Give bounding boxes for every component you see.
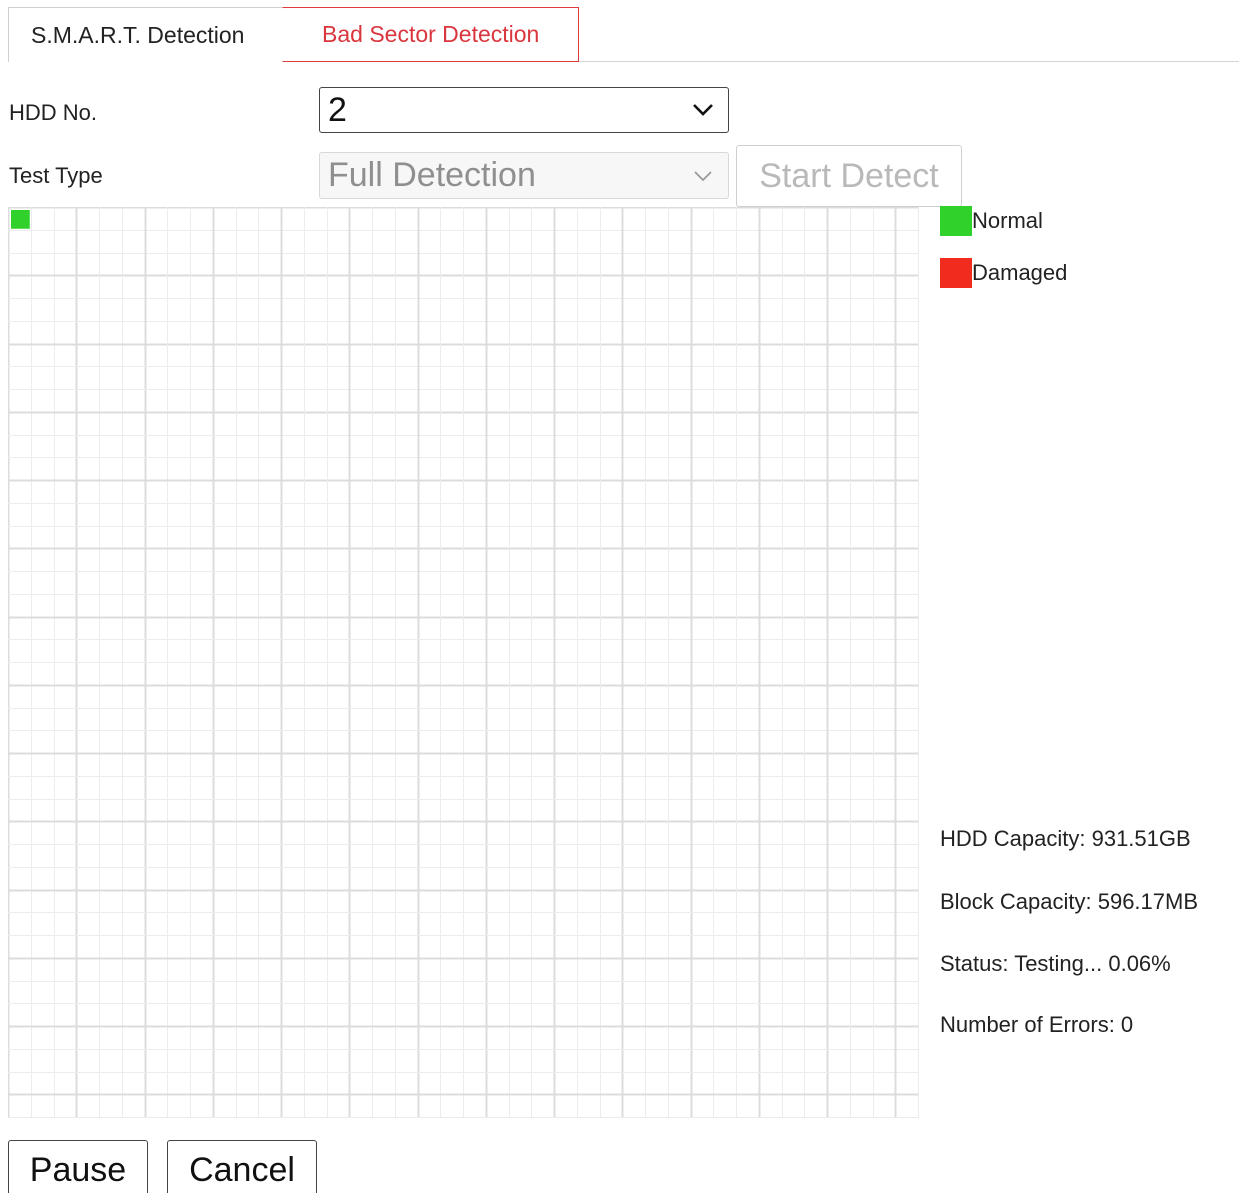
tab-smart-detection-label: S.M.A.R.T. Detection bbox=[31, 21, 245, 48]
pause-button[interactable]: Pause bbox=[8, 1140, 148, 1193]
hdd-no-label: HDD No. bbox=[9, 100, 98, 125]
tested-block bbox=[11, 210, 30, 229]
chevron-down-icon bbox=[693, 104, 713, 116]
sector-block-grid bbox=[8, 207, 919, 1118]
test-type-value: Full Detection bbox=[328, 156, 536, 194]
chevron-down-icon bbox=[694, 170, 712, 181]
tab-bar: S.M.A.R.T. Detection Bad Sector Detectio… bbox=[8, 7, 1239, 62]
legend-damaged: Damaged bbox=[940, 258, 1067, 288]
tab-smart-detection[interactable]: S.M.A.R.T. Detection bbox=[8, 7, 283, 62]
error-count-text: Number of Errors: 0 bbox=[940, 1012, 1134, 1037]
hdd-no-value: 2 bbox=[328, 90, 347, 129]
legend-normal-label: Normal bbox=[972, 208, 1043, 233]
test-type-select: Full Detection bbox=[319, 152, 729, 199]
legend-normal-swatch bbox=[940, 206, 972, 236]
hdd-capacity-text: HDD Capacity: 931.51GB bbox=[940, 826, 1191, 851]
status-text: Status: Testing... 0.06% bbox=[940, 951, 1171, 976]
tab-bad-sector-detection-label: Bad Sector Detection bbox=[322, 21, 540, 47]
sector-block-grid-canvas bbox=[8, 207, 919, 1118]
test-type-label: Test Type bbox=[9, 163, 103, 188]
cancel-button[interactable]: Cancel bbox=[167, 1140, 317, 1193]
hdd-no-select[interactable]: 2 bbox=[319, 87, 729, 133]
legend-normal: Normal bbox=[940, 206, 1043, 236]
legend-damaged-swatch bbox=[940, 258, 972, 288]
tab-bad-sector-detection[interactable]: Bad Sector Detection bbox=[283, 7, 579, 62]
legend-damaged-label: Damaged bbox=[972, 260, 1068, 285]
start-detect-button: Start Detect bbox=[736, 145, 962, 207]
block-capacity-text: Block Capacity: 596.17MB bbox=[940, 889, 1199, 914]
